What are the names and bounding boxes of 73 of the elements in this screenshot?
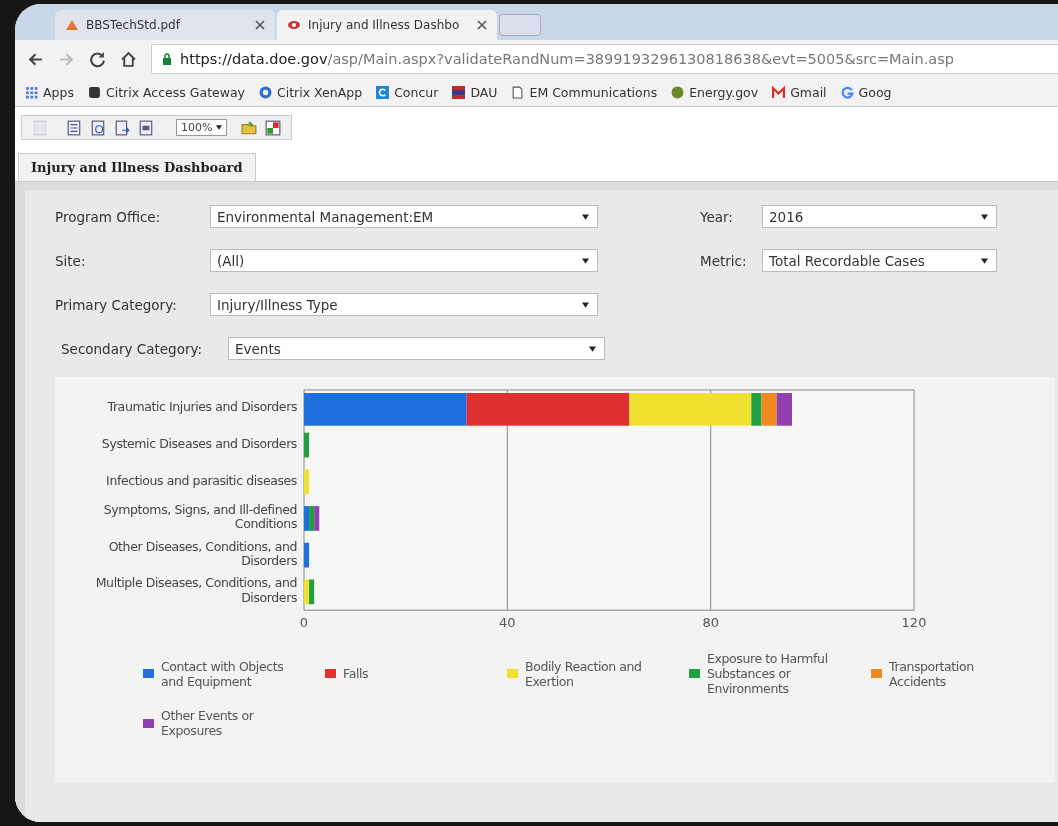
bookmark[interactable]: Gmail <box>772 84 827 100</box>
letter-m-icon <box>772 85 786 99</box>
letter-c-icon <box>376 85 390 99</box>
axis-label: Systemic Diseases and Disorders <box>101 436 297 452</box>
filter-label: Year: <box>700 208 734 225</box>
browser-tab[interactable]: Injury and Illness Dashbo <box>277 10 497 40</box>
bookmark[interactable]: Citrix Access Gateway <box>87 84 245 100</box>
page-tab[interactable]: Injury and Illness Dashboard <box>18 153 256 181</box>
document-search-icon[interactable] <box>90 119 106 136</box>
bookmark[interactable]: DAU <box>452 84 498 100</box>
triangle-icon <box>65 18 79 32</box>
close-icon[interactable] <box>255 20 265 30</box>
dropdown[interactable]: 2016 <box>762 205 997 228</box>
lock-icon <box>162 53 172 65</box>
filter-label: Secondary Category: <box>61 340 204 357</box>
filter-label: Primary Category: <box>55 296 178 313</box>
folder-icon[interactable] <box>241 119 258 136</box>
bar-segment <box>304 469 310 495</box>
legend-label: Other Events or Exposures <box>161 708 255 739</box>
address-bar[interactable]: https://data.doe.gov/asp/Main.aspx?validateRandNum=3899193296130818638&evt=5005&src=Main.asp <box>151 44 1058 74</box>
dropdown[interactable]: (All) <box>210 249 598 272</box>
axis-label: Traumatic Injuries and Disorders <box>107 400 297 415</box>
legend-label: Contact with Objects and Equipment <box>161 658 285 689</box>
caret-icon <box>582 257 589 264</box>
filter-label: Metric: <box>700 252 748 269</box>
filter-label: Site: <box>55 252 87 269</box>
bookmark[interactable]: Concur <box>376 84 439 100</box>
legend-label: Falls <box>343 666 370 682</box>
url-text: https://data.doe.gov/asp/Main.aspx?validateRandNum=3899193296130818638&evt=5005&src=Main.asp <box>180 51 954 67</box>
bookmark[interactable]: EM Communications <box>511 84 658 100</box>
caret-icon <box>981 213 988 220</box>
axis-label: Symptoms, Signs, and Ill-defined Conditions <box>102 503 297 532</box>
legend-label: Transportation Accidents <box>889 658 975 689</box>
bookmark[interactable]: Citrix XenApp <box>259 84 363 100</box>
axis-label: Multiple Diseases, Conditions, and Disorders <box>94 576 297 606</box>
caret-icon <box>582 301 589 308</box>
axis-tick-label: 40 <box>499 615 516 631</box>
home-icon[interactable] <box>120 50 137 68</box>
dropdown[interactable]: Injury/Illness Type <box>210 293 598 316</box>
square-icon <box>87 85 101 99</box>
bar-segment <box>304 542 310 568</box>
axis-label: Infectious and parasitic diseases <box>106 473 297 488</box>
dropdown[interactable]: Environmental Management:EM <box>210 205 598 228</box>
dropdown[interactable]: Total Recordable Cases <box>762 249 997 272</box>
grid-icon <box>25 85 38 99</box>
eye-icon <box>287 18 301 32</box>
letter-g-icon <box>840 85 854 99</box>
caret-icon <box>981 257 988 264</box>
axis-tick-label: 120 <box>901 615 927 631</box>
export-icon[interactable] <box>265 119 282 136</box>
filter-label: Program Office: <box>55 208 162 225</box>
zoom-select[interactable]: 100% <box>176 119 228 136</box>
caret-icon <box>216 125 223 130</box>
reload-icon[interactable] <box>89 50 106 68</box>
caret-icon <box>589 345 596 352</box>
axis-tick-label: 0 <box>299 615 309 631</box>
document-icon[interactable] <box>138 119 154 136</box>
close-icon[interactable] <box>477 20 487 30</box>
legend-label: Bodily Reaction and Exertion <box>525 658 643 689</box>
browser-tab[interactable]: BBSTechStd.pdf <box>55 10 275 40</box>
document-icon[interactable] <box>66 119 82 136</box>
page-icon <box>511 85 525 99</box>
flag-icon <box>452 85 466 99</box>
dropdown[interactable]: Events <box>228 337 605 360</box>
legend-label: Exposure to Harmful Substances or Environments <box>707 651 829 697</box>
ring-icon <box>259 85 272 99</box>
bar-segment <box>304 432 310 458</box>
bookmark[interactable]: Apps <box>25 84 74 100</box>
bookmark[interactable]: Goog <box>840 84 892 100</box>
axis-label: Other Diseases, Conditions, and Disorders <box>107 539 297 569</box>
bookmark[interactable]: Energy.gov <box>671 84 759 100</box>
caret-icon <box>582 213 589 220</box>
axis-tick-label: 80 <box>702 615 719 631</box>
